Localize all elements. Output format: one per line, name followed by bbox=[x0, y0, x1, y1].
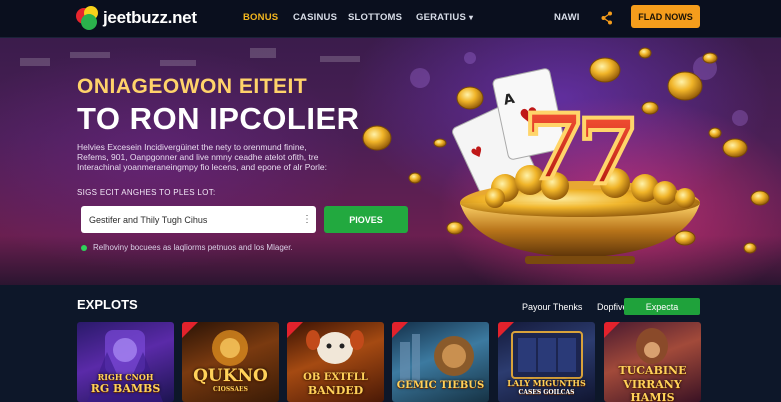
slot-jackpot-illustration: ♥ A ♥ 7 7 bbox=[362, 47, 770, 264]
explore-button[interactable]: Expecta bbox=[624, 298, 700, 315]
nav-new[interactable]: NAWI bbox=[554, 12, 580, 23]
games-section: EXPLOTS Payour Thenks Dopfive Expecta RI… bbox=[0, 285, 781, 402]
game-card[interactable]: LALY MIGUNTHS CASES GOILCAS bbox=[498, 322, 595, 402]
hot-badge-icon bbox=[182, 322, 198, 338]
logo-text: jeetbuzz.net bbox=[103, 8, 197, 27]
play-now-button[interactable]: FLAD NOWS bbox=[631, 5, 700, 28]
game-title: RIGH CNOH bbox=[97, 372, 154, 382]
nav-dropdown-label: GERATIUS bbox=[416, 12, 466, 23]
hero-description-line: Helvies Excesein Incidivergüinet the net… bbox=[77, 142, 307, 152]
chevron-down-icon: ▾ bbox=[468, 13, 474, 22]
logo-icon bbox=[76, 6, 100, 30]
game-card[interactable]: GEMIC TIEBUS bbox=[392, 322, 489, 402]
section-title: EXPLOTS bbox=[77, 297, 138, 312]
game-title: CASES GOILCAS bbox=[518, 389, 575, 396]
nav-dropdown[interactable]: GERATIUS ▾ bbox=[416, 12, 473, 23]
hero-banner: ONIAGEOWON EITEIT TO RON IPCOLIER Helvie… bbox=[0, 38, 781, 285]
game-card[interactable]: OB EXTFLL BANDED bbox=[287, 322, 384, 402]
hero-description: Helvies Excesein Incidivergüinet the net… bbox=[77, 142, 377, 172]
hero-headline: TO RON IPCOLIER bbox=[77, 101, 360, 136]
site-logo[interactable]: jeetbuzz.net bbox=[76, 6, 197, 30]
game-title: LALY MIGUNTHS bbox=[507, 378, 586, 388]
share-icon[interactable] bbox=[601, 11, 613, 25]
game-title: RG BAMBS bbox=[90, 382, 161, 395]
top-nav-bar: jeetbuzz.net BONUS CASINUS SLOTTOMS GERA… bbox=[0, 0, 781, 38]
hot-badge-icon bbox=[604, 322, 620, 338]
game-card[interactable]: RIGH CNOH RG BAMBS bbox=[77, 322, 174, 402]
section-link-popular[interactable]: Payour Thenks bbox=[522, 302, 582, 312]
nav-casinos[interactable]: CASINUS bbox=[293, 12, 337, 23]
game-card[interactable]: TUCABINE VIRRANY HAMIS bbox=[604, 322, 701, 402]
hot-badge-icon bbox=[287, 322, 303, 338]
hero-note: Relhoviny bocuees as laqliorms petnuos a… bbox=[81, 243, 293, 252]
game-title: BANDED bbox=[307, 384, 364, 397]
game-title: CIOSSAES bbox=[213, 386, 248, 393]
hero-description-line: Refems, 901, Oanpgonner and live nmny ce… bbox=[77, 152, 319, 162]
game-title: VIRRANY HAMIS bbox=[623, 378, 682, 402]
nav-slots[interactable]: SLOTTOMS bbox=[348, 12, 402, 23]
hot-badge-icon bbox=[392, 322, 408, 338]
hero-note-text: Relhoviny bocuees as laqliorms petnuos a… bbox=[93, 243, 293, 252]
game-title: OB EXTFLL bbox=[303, 372, 368, 383]
hero-kicker: ONIAGEOWON EITEIT bbox=[77, 75, 308, 98]
nav-bonus[interactable]: BONUS bbox=[243, 12, 278, 23]
game-title: QUKNO bbox=[193, 366, 268, 386]
hot-badge-icon bbox=[498, 322, 514, 338]
search-label: SIGS ECIT ANGHES TO PLES LOT: bbox=[77, 188, 216, 197]
game-title: TUCABINE bbox=[618, 364, 687, 377]
seven-icon: 7 7 bbox=[521, 92, 642, 207]
game-grid: RIGH CNOH RG BAMBS QUKNO CIOSSAES OB EXT… bbox=[77, 322, 701, 402]
svg-text:7: 7 bbox=[577, 99, 640, 205]
section-link-filter[interactable]: Dopfive bbox=[597, 302, 628, 312]
hero-description-line: Interachinal yoanmeraneingmpy fio lecens… bbox=[77, 162, 327, 172]
search-input[interactable]: Gestifer and Thily Tugh Cihus ⋮ bbox=[81, 206, 316, 233]
game-title: GEMIC TIEBUS bbox=[396, 380, 485, 391]
game-card[interactable]: QUKNO CIOSSAES bbox=[182, 322, 279, 402]
search-input-value[interactable]: Gestifer and Thily Tugh Cihus bbox=[89, 215, 302, 225]
more-options-icon[interactable]: ⋮ bbox=[302, 214, 312, 225]
status-dot-icon bbox=[81, 244, 87, 251]
